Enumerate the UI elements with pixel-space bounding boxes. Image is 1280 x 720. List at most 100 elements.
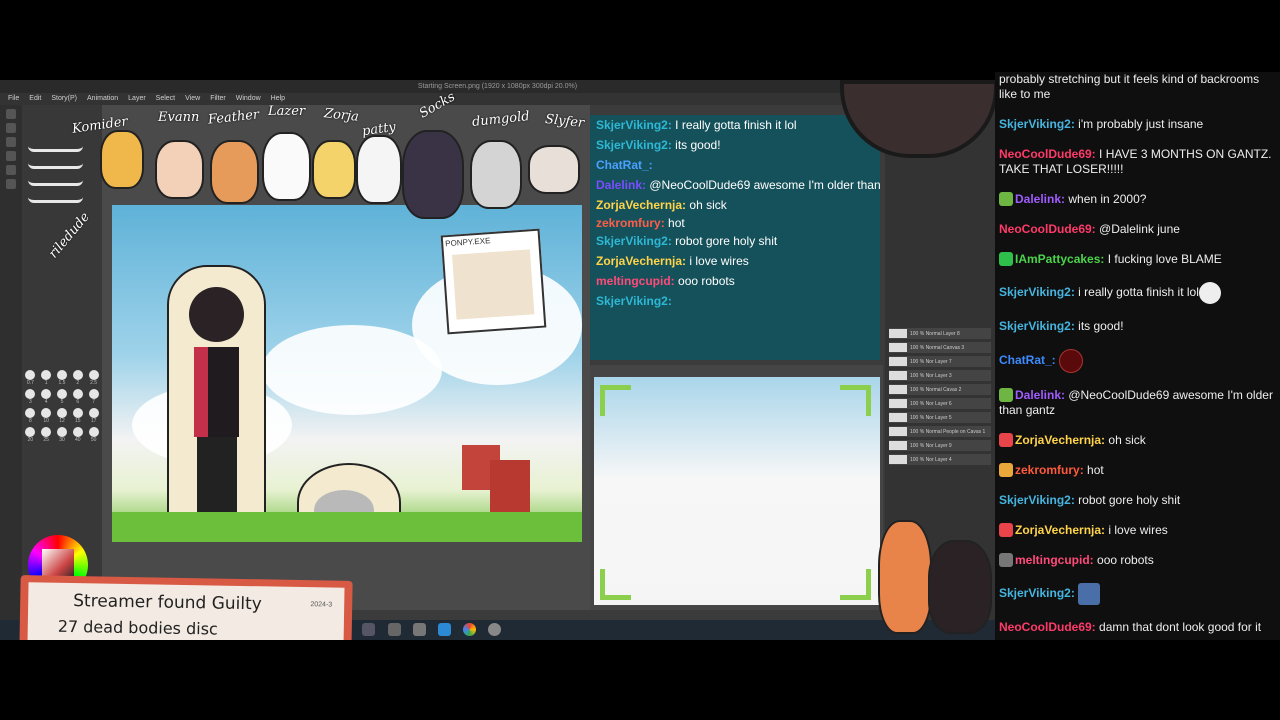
overlay-chat-message: ChatRat_: xyxy=(590,155,880,175)
layer-label: 100 % Nor Layer 5 xyxy=(910,414,952,421)
layer-row[interactable]: 100 % Nor Layer 3 xyxy=(889,370,991,381)
menu-item[interactable]: File xyxy=(8,93,19,105)
menu-item[interactable]: Layer xyxy=(128,93,146,105)
brush-size-option[interactable]: 17 xyxy=(87,408,100,424)
brush-size-label: 2 xyxy=(76,380,80,386)
taskbar-app-icon[interactable] xyxy=(413,623,426,636)
brush-size-option[interactable]: 8 xyxy=(24,408,37,424)
brush-size-label: 8 xyxy=(29,418,32,424)
brush-size-option[interactable]: 30 xyxy=(56,427,69,443)
brush-size-option[interactable]: 4 xyxy=(40,389,53,405)
mascot-socks xyxy=(402,130,464,219)
layer-row[interactable]: 100 % Normal Cavas 2 xyxy=(889,384,991,395)
chat-username[interactable]: zekromfury: xyxy=(1015,463,1084,477)
brush-size-label: 10 xyxy=(43,418,49,424)
red-block xyxy=(490,460,530,515)
brush-size-label: 17 xyxy=(90,418,97,424)
brush-preset[interactable] xyxy=(28,156,83,169)
brush-size-option[interactable]: 3 xyxy=(24,389,37,405)
grass-strip xyxy=(112,512,582,542)
brush-size-option[interactable]: 15 xyxy=(71,408,84,424)
fill-tool-icon[interactable] xyxy=(6,165,16,175)
brush-size-option[interactable]: 20 xyxy=(24,427,37,443)
brush-preset[interactable] xyxy=(28,173,83,186)
layer-row[interactable]: 100 % Nor Layer 4 xyxy=(889,454,991,465)
brush-size-option[interactable]: 5 xyxy=(56,389,69,405)
chat-message: NeoCoolDude69: @Dalelink june xyxy=(995,222,1280,237)
layer-row[interactable]: 100 % Normal People on Cavas 1 xyxy=(889,426,991,437)
chat-username[interactable]: ZorjaVechernja: xyxy=(1015,523,1105,537)
menu-item[interactable]: Story(P) xyxy=(51,93,77,105)
menu-item[interactable]: View xyxy=(185,93,200,105)
brush-size-option[interactable]: 1 xyxy=(40,370,53,386)
canvas-artwork[interactable]: PONPY.EXE xyxy=(112,205,582,542)
eyedropper-tool-icon[interactable] xyxy=(6,179,16,189)
menu-item[interactable]: Animation xyxy=(87,93,118,105)
chat-message: SkjerViking2: robot gore holy shit xyxy=(995,493,1280,508)
brush-size-option[interactable]: 0.7 xyxy=(24,370,37,386)
brush-size-option[interactable]: 1.5 xyxy=(56,370,69,386)
vscode-icon[interactable] xyxy=(438,623,451,636)
brush-size-label: 5 xyxy=(60,399,64,405)
taskbar-app-icon[interactable] xyxy=(362,623,375,636)
brush-size-option[interactable]: 40 xyxy=(71,427,84,443)
brush-size-label: 6 xyxy=(76,399,80,405)
chat-username[interactable]: meltingcupid: xyxy=(1015,553,1094,567)
chat-username[interactable]: SkjerViking2: xyxy=(999,117,1075,131)
layer-row[interactable]: 100 % Nor Layer 5 xyxy=(889,412,991,423)
preview-canvas[interactable] xyxy=(590,365,883,610)
menu-item[interactable]: Window xyxy=(236,93,261,105)
menu-item[interactable]: Filter xyxy=(210,93,226,105)
brush-size-option[interactable]: 12 xyxy=(56,408,69,424)
menu-item[interactable]: Select xyxy=(156,93,175,105)
layer-row[interactable]: 100 % Normal Canvas 3 xyxy=(889,342,991,353)
brush-size-option[interactable]: 2.5 xyxy=(87,370,100,386)
overlay-chat-message: SkjerViking2: I really gotta finish it l… xyxy=(590,115,880,135)
brush-size-option[interactable]: 6 xyxy=(71,389,84,405)
chat-username[interactable]: IAmPattycakes: xyxy=(1015,252,1104,266)
chat-emote-icon xyxy=(1059,349,1084,373)
chrome-icon[interactable] xyxy=(463,623,476,636)
layer-row[interactable]: 100 % Normal Layer 8 xyxy=(889,328,991,339)
layer-row[interactable]: 100 % Nor Layer 9 xyxy=(889,440,991,451)
chat-message: Dalelink: when in 2000? xyxy=(995,192,1280,207)
mascot-patty xyxy=(356,135,402,204)
chat-emote-icon xyxy=(1198,282,1221,304)
taskbar-app-icon[interactable] xyxy=(388,623,401,636)
layer-label: 100 % Normal Cavas 2 xyxy=(910,386,962,393)
pen-tool-icon[interactable] xyxy=(6,109,16,119)
layer-row[interactable]: 100 % Nor Layer 6 xyxy=(889,398,991,409)
chat-username[interactable]: NeoCoolDude69: xyxy=(999,222,1096,236)
brush-size-option[interactable]: 50 xyxy=(87,427,100,443)
layer-row[interactable]: 100 % Nor Layer 7 xyxy=(889,356,991,367)
brush-size-option[interactable]: 2 xyxy=(71,370,84,386)
chat-username[interactable]: SkjerViking2: xyxy=(999,285,1075,299)
brush-size-option[interactable]: 10 xyxy=(40,408,53,424)
brush-size-option[interactable]: 7 xyxy=(87,389,100,405)
brush-size-option[interactable]: 25 xyxy=(40,427,53,443)
chat-username[interactable]: SkjerViking2: xyxy=(999,319,1075,333)
brush-size-label: 30 xyxy=(59,437,65,443)
move-tool-icon[interactable] xyxy=(6,137,16,147)
chat-text: i really gotta finish it lol xyxy=(1078,285,1199,300)
layer-thumbnail xyxy=(889,329,907,338)
chat-username[interactable]: SkjerViking2: xyxy=(999,586,1075,600)
chat-username[interactable]: NeoCoolDude69: xyxy=(999,147,1096,161)
chat-username[interactable]: NeoCoolDude69: xyxy=(999,620,1096,634)
chat-username[interactable]: Dalelink: xyxy=(1015,192,1065,206)
chat-username[interactable]: SkjerViking2: xyxy=(999,493,1075,507)
menu-item[interactable]: Edit xyxy=(29,93,41,105)
chat-emote-icon xyxy=(1078,583,1101,605)
overlay-chat-message: ZorjaVechernja: i love wires xyxy=(590,251,880,271)
select-tool-icon[interactable] xyxy=(6,151,16,161)
brush-preset[interactable] xyxy=(28,190,83,203)
chat-username[interactable]: ZorjaVechernja: xyxy=(1015,433,1105,447)
chat-text: robot gore holy shit xyxy=(1078,493,1181,507)
taskbar-app-icon[interactable] xyxy=(488,623,501,636)
layer-label: 100 % Nor Layer 3 xyxy=(910,372,952,379)
chat-username[interactable]: ChatRat_: xyxy=(999,353,1056,367)
chat-username[interactable]: Dalelink: xyxy=(1015,388,1065,402)
layer-thumbnail xyxy=(889,343,907,352)
eraser-tool-icon[interactable] xyxy=(6,123,16,133)
brush-preset[interactable] xyxy=(28,139,83,152)
